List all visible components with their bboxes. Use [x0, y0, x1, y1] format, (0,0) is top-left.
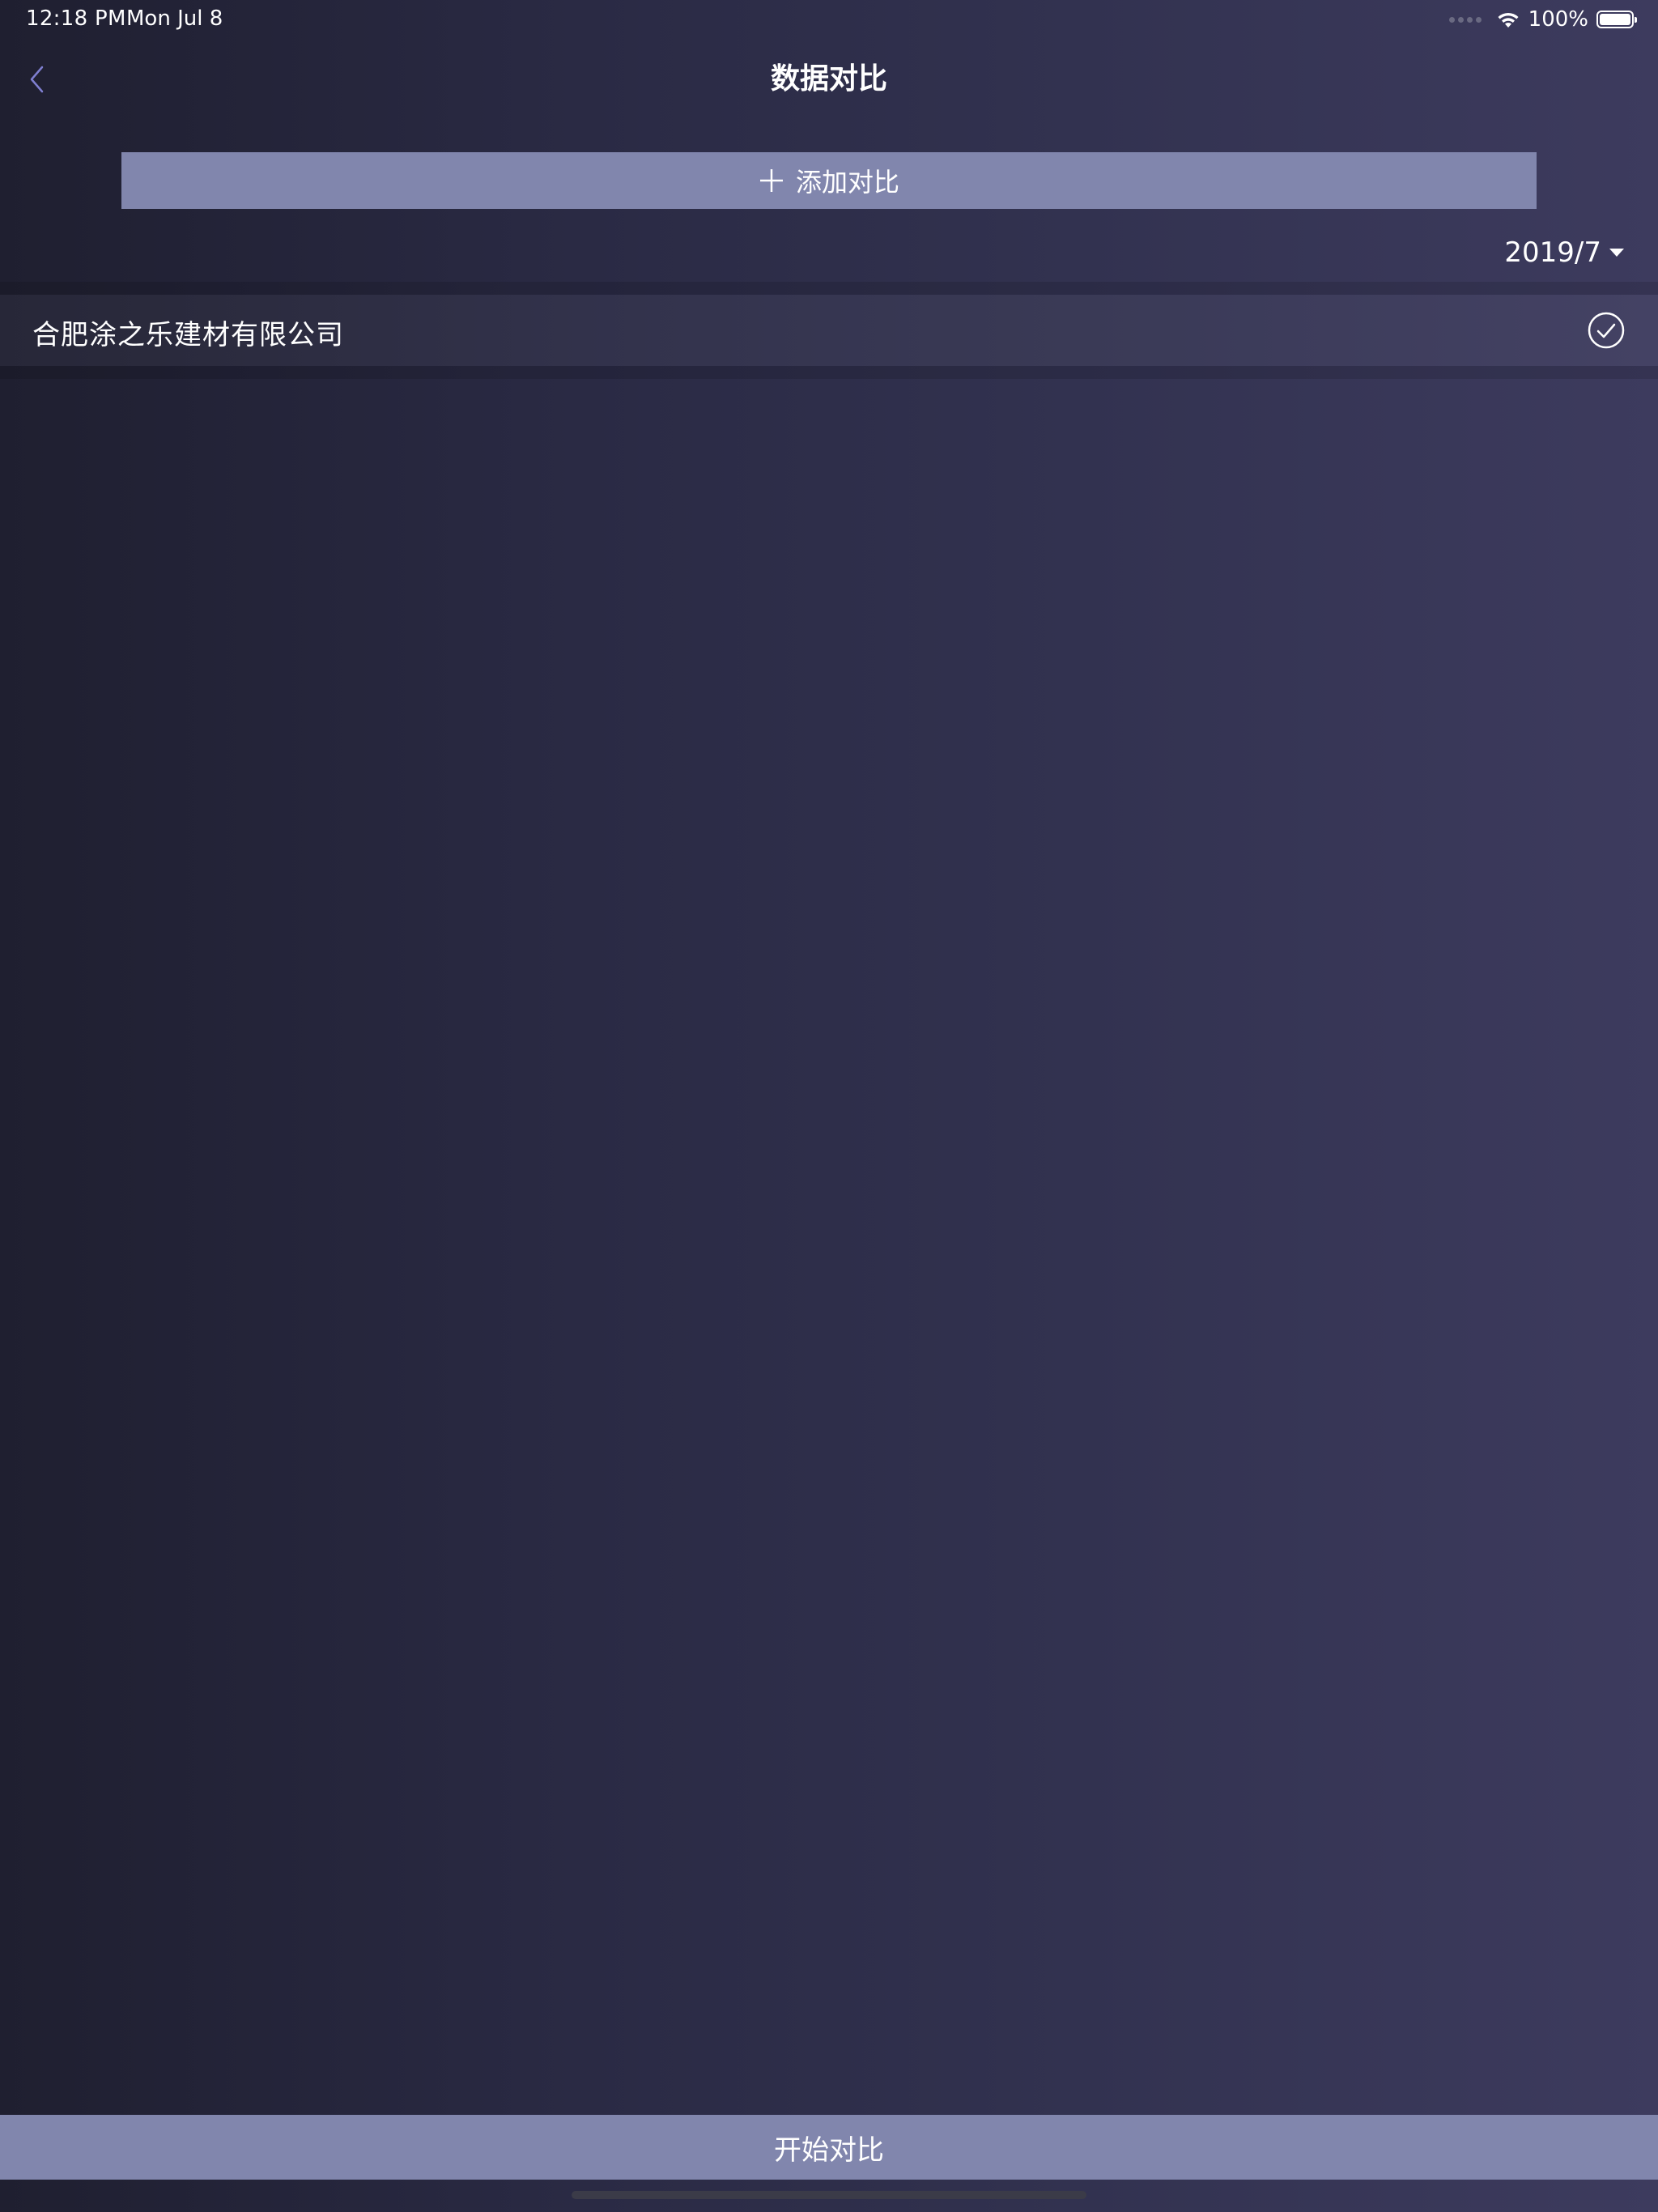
status-time: 12:18 PM [26, 6, 126, 31]
month-value: 2019/7 [1504, 236, 1601, 269]
page-title: 数据对比 [770, 62, 887, 96]
home-indicator[interactable] [572, 2191, 1086, 2199]
add-compare-button[interactable]: 添加对比 [121, 152, 1537, 209]
divider [0, 282, 1658, 295]
battery-icon [1596, 11, 1637, 28]
start-compare-label: 开始对比 [774, 2133, 884, 2167]
check-circle-icon[interactable] [1587, 311, 1626, 350]
divider [0, 366, 1658, 379]
wifi-icon [1498, 12, 1519, 28]
company-name: 合肥涂之乐建材有限公司 [32, 319, 344, 351]
add-compare-label: 添加对比 [795, 167, 899, 198]
caret-down-icon [1609, 249, 1624, 257]
start-compare-button[interactable]: 开始对比 [0, 2115, 1658, 2180]
status-indicators: 100% [1448, 5, 1637, 34]
month-selector[interactable]: 2019/7 [1504, 233, 1624, 272]
status-date: Mon Jul 8 [126, 6, 223, 31]
signal-icon [1448, 16, 1482, 23]
status-bar: 12:18 PM Mon Jul 8 100% [0, 0, 1658, 39]
plus-icon [759, 169, 783, 192]
battery-percentage: 100% [1528, 7, 1588, 32]
list-item[interactable]: 合肥涂之乐建材有限公司 [0, 295, 1658, 366]
